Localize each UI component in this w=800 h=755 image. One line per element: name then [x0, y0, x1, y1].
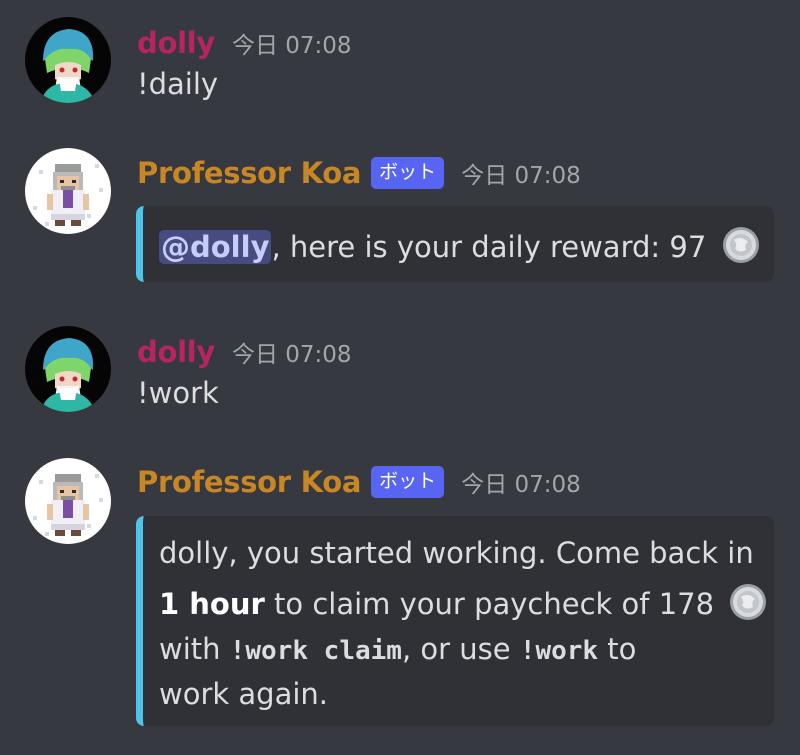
embed-line-3: with !work claim, or use !work to	[159, 626, 756, 675]
embed-line-2: 1 hour to claim your paycheck of 178	[159, 581, 767, 628]
reward-embed: @dolly, here is your daily reward: 97	[136, 206, 774, 282]
professor-koa-avatar[interactable]	[25, 148, 111, 234]
embed-line-4: work again.	[159, 671, 756, 718]
green-haired-character-avatar-icon	[25, 326, 111, 412]
message-header: dolly 今日 07:08	[137, 26, 352, 60]
embed-text: dolly, you started working. Come back in	[159, 536, 754, 570]
green-haired-character-avatar-icon	[25, 17, 111, 103]
dolly-avatar[interactable]	[25, 17, 111, 103]
timestamp: 今日 07:08	[461, 472, 581, 498]
dolly-avatar[interactable]	[25, 326, 111, 412]
work-embed: dolly, you started working. Come back in…	[136, 516, 774, 726]
message-text: !daily	[137, 67, 219, 101]
user-mention[interactable]: @dolly	[159, 230, 272, 264]
embed-text: , here is your daily reward: 97	[271, 230, 707, 264]
author-name[interactable]: Professor Koa	[137, 465, 361, 499]
command-code: !work claim	[229, 636, 402, 666]
professor-koa-avatar[interactable]	[25, 458, 111, 544]
bot-tag: ボット	[371, 157, 445, 189]
duration-bold: 1 hour	[159, 587, 265, 621]
pixel-professor-avatar-icon	[25, 148, 111, 234]
coin-icon	[729, 583, 767, 621]
message-header: Professor Koa ボット 今日 07:08	[137, 465, 581, 499]
embed-text: with	[159, 632, 230, 666]
bot-tag: ボット	[371, 466, 445, 498]
message-text: !work	[137, 376, 219, 410]
timestamp: 今日 07:08	[231, 342, 352, 368]
message-header: dolly 今日 07:08	[137, 335, 352, 369]
command-code: !work	[519, 636, 599, 666]
timestamp: 今日 07:08	[461, 163, 581, 189]
pixel-professor-avatar-icon	[25, 458, 111, 544]
timestamp: 今日 07:08	[231, 33, 352, 59]
embed-text: to claim your paycheck of 178	[264, 587, 715, 621]
coin-icon	[722, 226, 760, 264]
embed-line-1: dolly, you started working. Come back in	[159, 530, 756, 577]
author-name[interactable]: Professor Koa	[137, 156, 361, 190]
embed-text: to	[598, 632, 637, 666]
embed-text: , or use	[401, 632, 520, 666]
embed-text: work again.	[159, 677, 329, 711]
message-header: Professor Koa ボット 今日 07:08	[137, 156, 581, 190]
author-name[interactable]: dolly	[137, 26, 215, 60]
author-name[interactable]: dolly	[137, 335, 215, 369]
